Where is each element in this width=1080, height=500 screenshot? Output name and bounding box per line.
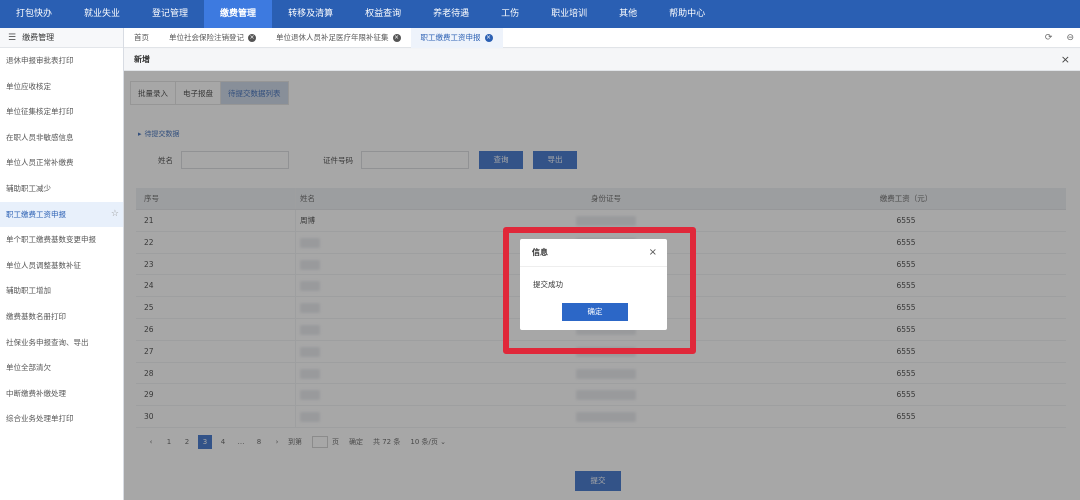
sidebar-item[interactable]: 单位人员正常补缴费 bbox=[0, 150, 123, 176]
sidebar-item[interactable]: 辅助职工增加 bbox=[0, 278, 123, 304]
sidebar-title: 缴费管理 bbox=[22, 32, 55, 42]
info-dialog: 信息 × 提交成功 确定 bbox=[520, 239, 667, 330]
panel-header: 新增 × bbox=[124, 49, 1080, 71]
sidebar-item[interactable]: 在职人员非敏感信息 bbox=[0, 125, 123, 151]
menu-icon[interactable]: ☰ bbox=[8, 28, 16, 48]
nav-item-other[interactable]: 其他 bbox=[603, 0, 653, 28]
more-icon[interactable]: ⊖ bbox=[1066, 33, 1074, 43]
close-icon[interactable]: × bbox=[392, 33, 401, 42]
sidebar-item[interactable]: 中断缴费补缴处理 bbox=[0, 381, 123, 407]
nav-item-injury[interactable]: 工伤 bbox=[485, 0, 535, 28]
tab-wage-declaration[interactable]: 职工缴费工资申报 × bbox=[410, 27, 503, 48]
tab-bar: 首页 单位社会保险注销登记 × 单位退休人员补足医疗年限补征集 × 职工缴费工资… bbox=[124, 27, 1080, 48]
refresh-icon[interactable]: ⟳ bbox=[1045, 33, 1053, 43]
sidebar-item-wage-declaration[interactable]: 职工缴费工资申报 ☆ bbox=[0, 201, 123, 228]
tabbar-tools: ⟳ ⊖ bbox=[1045, 28, 1074, 48]
tab-label: 职工缴费工资申报 bbox=[420, 32, 481, 42]
sidebar-item[interactable]: 单位人员调整基数补征 bbox=[0, 253, 123, 279]
nav-item-transfer[interactable]: 转移及清算 bbox=[272, 0, 349, 28]
star-icon[interactable]: ☆ bbox=[111, 202, 119, 228]
close-icon[interactable]: × bbox=[649, 239, 657, 267]
dialog-header: 信息 × bbox=[520, 239, 667, 267]
close-icon[interactable]: × bbox=[484, 33, 493, 42]
nav-item-employment[interactable]: 就业失业 bbox=[68, 0, 136, 28]
sidebar-item[interactable]: 缴费基数名册打印 bbox=[0, 304, 123, 330]
tab-label: 单位退休人员补足医疗年限补征集 bbox=[276, 32, 389, 42]
nav-item-payment[interactable]: 缴费管理 bbox=[204, 0, 273, 28]
sidebar-item[interactable]: 社保业务申报查询、导出 bbox=[0, 330, 123, 356]
sidebar-item[interactable]: 综合业务处理单打印 bbox=[0, 406, 123, 432]
tab-label: 单位社会保险注销登记 bbox=[169, 32, 244, 42]
sidebar: ☰ 缴费管理 退休申报审批表打印 单位应收核定 单位征集核定单打印 在职人员非敏… bbox=[0, 28, 124, 500]
tab-home[interactable]: 首页 bbox=[124, 28, 159, 48]
dialog-ok-button[interactable]: 确定 bbox=[562, 303, 628, 321]
dialog-message: 提交成功 bbox=[533, 280, 563, 289]
sidebar-header: ☰ 缴费管理 bbox=[0, 28, 123, 48]
tab-medical-supplement[interactable]: 单位退休人员补足医疗年限补征集 × bbox=[266, 28, 411, 48]
sidebar-item[interactable]: 单位征集核定单打印 bbox=[0, 99, 123, 125]
close-icon[interactable]: × bbox=[248, 33, 256, 42]
sidebar-item[interactable]: 辅助职工减少 bbox=[0, 176, 123, 202]
nav-item-registration[interactable]: 登记管理 bbox=[136, 0, 204, 28]
nav-item-training[interactable]: 职业培训 bbox=[535, 0, 603, 28]
nav-item-rights-query[interactable]: 权益查询 bbox=[349, 0, 417, 28]
nav-item-quick[interactable]: 打包快办 bbox=[0, 0, 68, 28]
dialog-title: 信息 bbox=[532, 248, 548, 257]
sidebar-item[interactable]: 退休申报审批表打印 bbox=[0, 48, 123, 74]
sidebar-item[interactable]: 单个职工缴费基数变更申报 bbox=[0, 227, 123, 253]
panel-title: 新增 bbox=[134, 55, 150, 64]
tab-deregistration[interactable]: 单位社会保险注销登记 × bbox=[159, 28, 266, 48]
tab-label: 首页 bbox=[134, 32, 149, 42]
close-icon[interactable]: × bbox=[1061, 49, 1070, 71]
sidebar-item-label: 职工缴费工资申报 bbox=[6, 209, 66, 219]
nav-item-help[interactable]: 帮助中心 bbox=[653, 0, 721, 28]
top-navigation: 打包快办 就业失业 登记管理 缴费管理 转移及清算 权益查询 养老待遇 工伤 职… bbox=[0, 0, 1080, 28]
sidebar-item[interactable]: 单位全部清欠 bbox=[0, 355, 123, 381]
sidebar-item[interactable]: 单位应收核定 bbox=[0, 74, 123, 100]
nav-item-pension[interactable]: 养老待遇 bbox=[417, 0, 485, 28]
